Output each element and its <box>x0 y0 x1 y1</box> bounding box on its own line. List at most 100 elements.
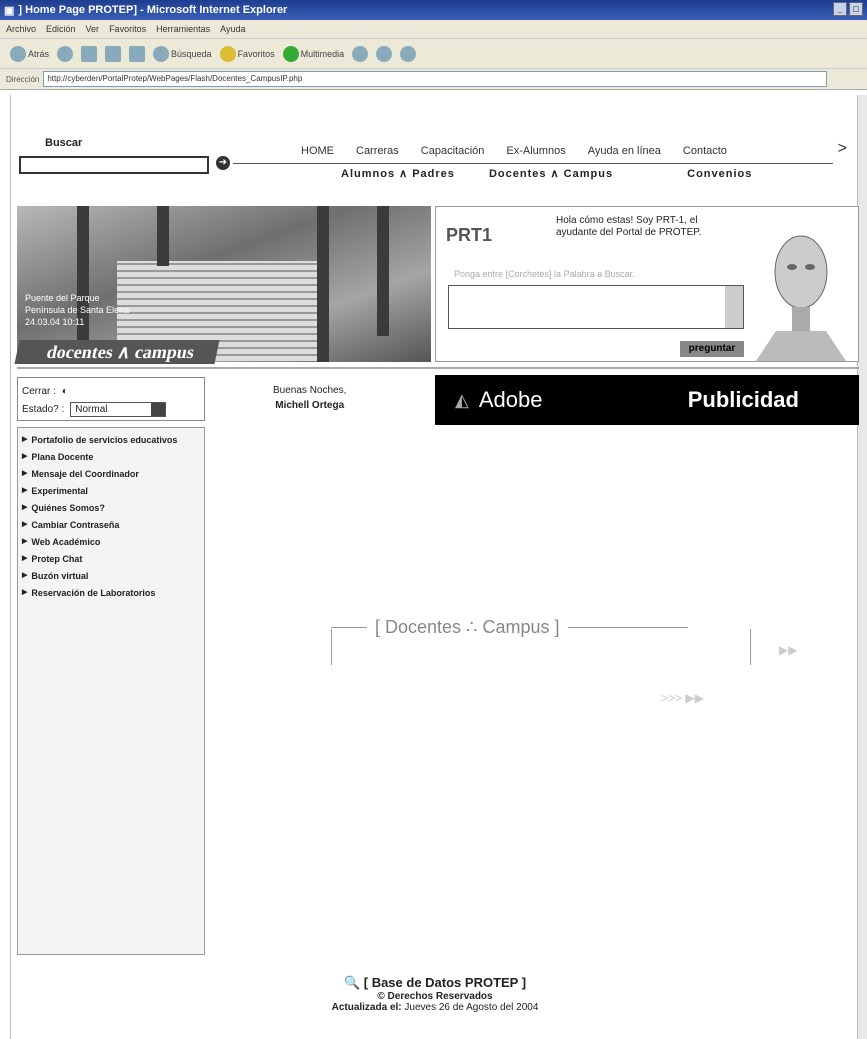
sidebar-item-experimental[interactable]: ▶ Experimental <box>22 485 200 497</box>
section-divider <box>17 367 859 369</box>
search-input[interactable] <box>19 156 209 174</box>
main-nav: HOME Carreras Capacitación Ex-Alumnos Ay… <box>301 145 749 157</box>
menu-edicion[interactable]: Edición <box>46 24 76 34</box>
forward-icon[interactable] <box>57 45 74 62</box>
menu-archivo[interactable]: Archivo <box>6 24 36 34</box>
nav-more-icon[interactable]: > <box>838 140 847 158</box>
refresh-icon[interactable] <box>105 45 122 62</box>
sub-nav: Alumnos ∧ Padres Docentes ∧ Campus Conve… <box>341 167 782 180</box>
arrow-icon: ▶ <box>22 487 28 494</box>
greeting-text: Buenas Noches, <box>273 385 347 396</box>
nav-ayuda[interactable]: Ayuda en línea <box>588 145 661 157</box>
updated-label: Actualizada el: <box>331 1002 402 1013</box>
sidebar-item-reservacion[interactable]: ▶ Reservación de Laboratorios <box>22 587 200 599</box>
history-icon[interactable] <box>352 45 369 62</box>
mail-icon[interactable] <box>376 45 393 62</box>
search-go-icon[interactable]: ➜ <box>216 156 230 170</box>
page-footer: 🔍 [ Base de Datos PROTEP ] © Derechos Re… <box>11 975 859 1013</box>
window-titlebar: ▣ ] Home Page PROTEP] - Microsoft Intern… <box>0 0 867 20</box>
state-label: Estado? : <box>22 403 65 415</box>
sidebar-item-cambiar-contrasena[interactable]: ▶ Cambiar Contraseña <box>22 519 200 531</box>
footer-title: [ Base de Datos PROTEP ] <box>363 975 527 990</box>
arrow-icon: ▶ <box>22 504 28 511</box>
arrow-icon: ▶ <box>22 555 28 562</box>
nav-contacto[interactable]: Contacto <box>683 145 727 157</box>
multimedia-button[interactable]: Multimedia <box>282 45 344 62</box>
decorative-arrows-icon: >>> ▶▶ <box>661 691 704 705</box>
stop-icon[interactable] <box>81 45 98 62</box>
decorative-arrows-icon: ▶▶ <box>779 643 798 657</box>
ad-brand: Adobe <box>478 387 543 412</box>
assistant-query-input[interactable] <box>448 285 744 329</box>
nav-carreras[interactable]: Carreras <box>356 145 399 157</box>
address-bar: Dirección http://cyberden/PortalProtep/W… <box>0 68 867 90</box>
adobe-logo-icon: ◭ <box>455 389 469 410</box>
arrow-icon: ▶ <box>22 572 28 579</box>
arrow-icon: ▶ <box>22 589 28 596</box>
browser-toolbar: Atrás Búsqueda Favoritos Multimedia <box>0 38 867 68</box>
nav-docentes-campus[interactable]: Docentes ∧ Campus <box>489 168 613 180</box>
arrow-icon: ▶ <box>22 521 28 528</box>
bridge-post <box>377 206 389 336</box>
chevron-down-icon <box>151 402 166 416</box>
address-label: Dirección <box>6 74 40 84</box>
bridge-post <box>157 206 169 266</box>
nav-divider <box>233 163 833 164</box>
assistant-text: Hola cómo estas! Soy PRT-1, el ayudante … <box>556 215 702 238</box>
maximize-button[interactable]: □ <box>849 2 863 16</box>
sidebar-item-portafolio[interactable]: ▶ Portafolio de servicios educativos <box>22 434 200 446</box>
query-scrollbar[interactable] <box>725 286 743 328</box>
robot-avatar-icon <box>756 235 846 361</box>
search-label: Buscar <box>45 137 83 149</box>
ad-banner[interactable]: ◭ Adobe Publicidad <box>435 375 859 425</box>
sidebar-item-protep-chat[interactable]: ▶ Protep Chat <box>22 553 200 565</box>
arrow-icon: ▶ <box>22 538 28 545</box>
print-icon[interactable] <box>400 45 417 62</box>
ad-label: Publicidad <box>687 387 799 412</box>
sidebar-item-mensaje[interactable]: ▶ Mensaje del Coordinador <box>22 468 200 480</box>
sidebar-item-quienes-somos[interactable]: ▶ Quiénes Somos? <box>22 502 200 514</box>
nav-convenios[interactable]: Convenios <box>687 168 752 180</box>
nav-capacitacion[interactable]: Capacitación <box>421 145 485 157</box>
section-banner: docentes ∧ campus <box>14 340 220 364</box>
sidebar-item-web-academico[interactable]: ▶ Web Académico <box>22 536 200 548</box>
hero-caption: Puente del Parque Península de Santa Ele… <box>25 293 130 327</box>
arrow-icon: ▶ <box>22 453 28 460</box>
nav-ex-alumnos[interactable]: Ex-Alumnos <box>506 145 565 157</box>
sidebar-menu: ▶ Portafolio de servicios educativos ▶ Pla… <box>17 427 205 955</box>
state-select[interactable]: Normal <box>70 401 167 417</box>
menu-ver[interactable]: Ver <box>86 24 100 34</box>
page-content: Buscar ➜ HOME Carreras Capacitación Ex-A… <box>10 95 859 1039</box>
menu-ayuda[interactable]: Ayuda <box>220 24 245 34</box>
menu-herramientas[interactable]: Herramientas <box>156 24 210 34</box>
greeting: Buenas Noches, Michell Ortega <box>273 385 346 411</box>
back-icon <box>10 45 26 62</box>
prt1-logo: PRT1 <box>446 225 493 245</box>
footer-rights: © Derechos Reservados <box>377 991 493 1002</box>
bridge-post <box>77 206 89 362</box>
ie-icon: ▣ <box>4 4 15 17</box>
back-button[interactable]: Atrás <box>10 45 49 62</box>
user-name: Michell Ortega <box>275 400 345 411</box>
ask-button[interactable]: preguntar <box>680 341 744 357</box>
nav-alumnos-padres[interactable]: Alumnos ∧ Padres <box>341 168 455 180</box>
favorites-button[interactable]: Favoritos <box>219 45 275 62</box>
address-input[interactable]: http://cyberden/PortalProtep/WebPages/Fl… <box>43 71 827 87</box>
sidebar-item-buzon[interactable]: ▶ Buzón virtual <box>22 570 200 582</box>
bridge-post <box>317 206 329 362</box>
window-title: ] Home Page PROTEP] - Microsoft Internet… <box>18 4 288 16</box>
close-icon[interactable]: ◐ <box>62 386 68 397</box>
arrow-icon: ▶ <box>22 436 28 443</box>
sidebar-item-plana-docente[interactable]: ▶ Plana Docente <box>22 451 200 463</box>
search-button[interactable]: Búsqueda <box>153 45 212 62</box>
close-label: Cerrar : <box>22 385 56 397</box>
assistant-hint: Ponga entre [Corchetes] la Palabra a Bus… <box>454 269 635 279</box>
minimize-button[interactable]: _ <box>833 2 847 16</box>
center-frame <box>331 629 751 665</box>
multimedia-icon <box>282 45 299 62</box>
menu-bar: Archivo Edición Ver Favoritos Herramient… <box>0 20 867 38</box>
home-icon[interactable] <box>129 45 146 62</box>
arrow-icon: ▶ <box>22 470 28 477</box>
menu-favoritos[interactable]: Favoritos <box>109 24 146 34</box>
nav-home[interactable]: HOME <box>301 145 334 157</box>
